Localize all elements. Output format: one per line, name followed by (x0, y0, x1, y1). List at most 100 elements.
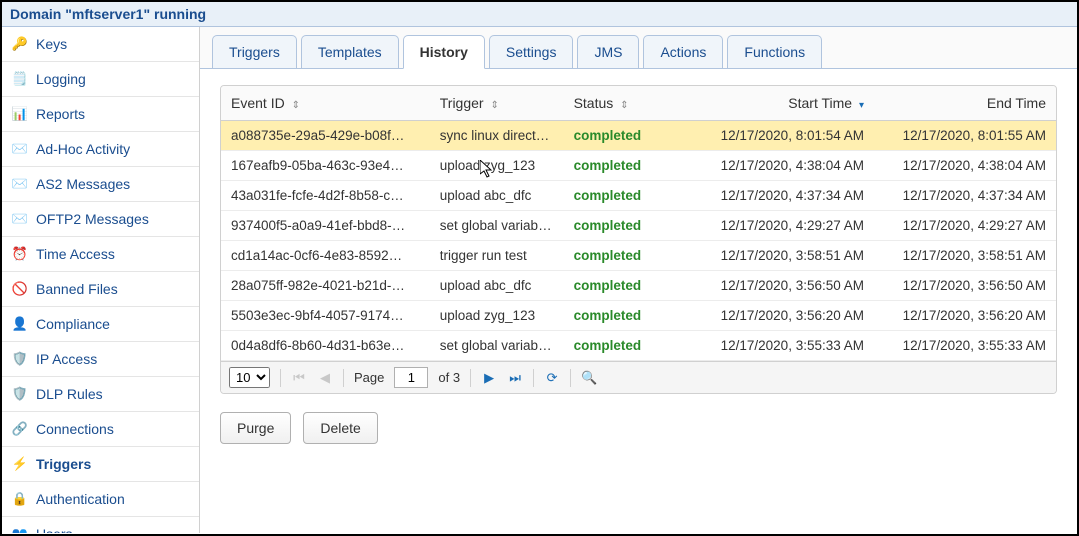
tab-actions[interactable]: Actions (643, 35, 723, 69)
cell-trigger: sync linux direct… (430, 121, 564, 151)
sidebar-item-dlp-rules[interactable]: 🛡️ DLP Rules (2, 377, 199, 412)
status-badge: completed (574, 248, 642, 263)
table-row[interactable]: 0d4a8df6-8b60-4d31-b63e…set global varia… (221, 331, 1056, 361)
th-event-id[interactable]: Event ID ⇕ (221, 86, 430, 121)
tab-templates[interactable]: Templates (301, 35, 399, 69)
status-badge: completed (574, 218, 642, 233)
compliance-icon: 👤 (12, 316, 28, 332)
sidebar-item-triggers[interactable]: ⚡ Triggers (2, 447, 199, 482)
sidebar-item-keys[interactable]: 🔑Keys (2, 27, 199, 62)
sidebar-item-connections[interactable]: 🔗Connections (2, 412, 199, 447)
cell-event-id: 5503e3ec-9bf4-4057-9174… (221, 301, 430, 331)
tab-jms[interactable]: JMS (577, 35, 639, 69)
th-end-time[interactable]: End Time (874, 86, 1056, 121)
tab-triggers[interactable]: Triggers (212, 35, 297, 69)
sort-icon: ⇕ (292, 100, 300, 111)
sidebar-item-ad-hoc-activity[interactable]: ✉️Ad-Hoc Activity (2, 132, 199, 167)
sidebar-item-label: Triggers (36, 456, 91, 472)
table-row[interactable]: cd1a14ac-0cf6-4e83-8592…trigger run test… (221, 241, 1056, 271)
sidebar-item-ip-access[interactable]: 🛡️IP Access (2, 342, 199, 377)
sidebar-item-as2-messages[interactable]: ✉️AS2 Messages (2, 167, 199, 202)
cell-event-id: 43a031fe-fcfe-4d2f-8b58-c… (221, 181, 430, 211)
tabs-bar: TriggersTemplatesHistorySettingsJMSActio… (200, 27, 1077, 69)
tab-settings[interactable]: Settings (489, 35, 574, 69)
cell-start-time: 12/17/2020, 4:38:04 AM (692, 151, 874, 181)
dlp-rules-icon: 🛡️ (12, 386, 28, 402)
tab-history[interactable]: History (403, 35, 485, 69)
sidebar-item-banned-files[interactable]: 🚫Banned Files (2, 272, 199, 307)
cell-event-id: cd1a14ac-0cf6-4e83-8592… (221, 241, 430, 271)
cell-trigger: upload abc_dfc (430, 271, 564, 301)
cell-end-time: 12/17/2020, 8:01:55 AM (874, 121, 1056, 151)
sidebar-item-reports[interactable]: 📊Reports (2, 97, 199, 132)
cell-trigger: trigger run test (430, 241, 564, 271)
ad-hoc-activity-icon: ✉️ (12, 141, 28, 157)
status-badge: completed (574, 278, 642, 293)
cell-trigger: set global variabl… (430, 331, 564, 361)
table-row[interactable]: a088735e-29a5-429e-b08f…sync linux direc… (221, 121, 1056, 151)
sidebar-item-authentication[interactable]: 🔒 Authentication (2, 482, 199, 517)
cell-trigger: upload zyg_123 (430, 151, 564, 181)
cell-start-time: 12/17/2020, 4:37:34 AM (692, 181, 874, 211)
table-row[interactable]: 28a075ff-982e-4021-b21d-…upload abc_dfcc… (221, 271, 1056, 301)
cell-start-time: 12/17/2020, 4:29:27 AM (692, 211, 874, 241)
last-page-icon[interactable]: ⏭ (507, 370, 523, 386)
cell-status: completed (564, 181, 692, 211)
authentication-icon: 🔒 (12, 491, 28, 507)
sidebar-item-label: Time Access (36, 246, 115, 262)
tab-functions[interactable]: Functions (727, 35, 822, 69)
cell-end-time: 12/17/2020, 4:38:04 AM (874, 151, 1056, 181)
connections-icon: 🔗 (12, 421, 28, 437)
purge-button[interactable]: Purge (220, 412, 291, 444)
table-row[interactable]: 43a031fe-fcfe-4d2f-8b58-c…upload abc_dfc… (221, 181, 1056, 211)
sidebar-item-label: Users (36, 526, 73, 533)
th-status[interactable]: Status ⇕ (564, 86, 692, 121)
sidebar-item-oftp2-messages[interactable]: ✉️OFTP2 Messages (2, 202, 199, 237)
page-size-select[interactable]: 10 (229, 367, 270, 388)
cell-status: completed (564, 241, 692, 271)
sidebar-item-logging[interactable]: 🗒️Logging (2, 62, 199, 97)
page-input[interactable] (394, 367, 428, 388)
cell-status: completed (564, 271, 692, 301)
sidebar-item-time-access[interactable]: ⏰Time Access (2, 237, 199, 272)
prev-page-icon[interactable]: ◀ (317, 370, 333, 386)
cell-trigger: upload abc_dfc (430, 181, 564, 211)
sidebar-item-label: Logging (36, 71, 86, 87)
status-badge: completed (574, 158, 642, 173)
cell-end-time: 12/17/2020, 3:55:33 AM (874, 331, 1056, 361)
page-of-text: of 3 (438, 370, 460, 385)
table-row[interactable]: 937400f5-a0a9-41ef-bbd8-…set global vari… (221, 211, 1056, 241)
delete-button[interactable]: Delete (303, 412, 377, 444)
cell-status: completed (564, 331, 692, 361)
cell-end-time: 12/17/2020, 4:29:27 AM (874, 211, 1056, 241)
sidebar-item-label: Authentication (36, 491, 125, 507)
next-page-icon[interactable]: ▶ (481, 370, 497, 386)
sort-icon: ⇕ (490, 100, 498, 111)
sort-desc-icon: ▾ (859, 100, 864, 111)
cell-event-id: a088735e-29a5-429e-b08f… (221, 121, 430, 151)
first-page-icon[interactable]: ⏮ (291, 370, 307, 386)
status-badge: completed (574, 338, 642, 353)
sidebar-item-compliance[interactable]: 👤Compliance (2, 307, 199, 342)
cell-end-time: 12/17/2020, 3:56:50 AM (874, 271, 1056, 301)
cell-event-id: 937400f5-a0a9-41ef-bbd8-… (221, 211, 430, 241)
sidebar-item-label: OFTP2 Messages (36, 211, 149, 227)
sidebar-item-users[interactable]: 👥Users (2, 517, 199, 533)
th-trigger[interactable]: Trigger ⇕ (430, 86, 564, 121)
sidebar: 🔑Keys🗒️Logging📊Reports✉️Ad-Hoc Activity✉… (2, 27, 200, 533)
cell-end-time: 12/17/2020, 3:58:51 AM (874, 241, 1056, 271)
cell-status: completed (564, 121, 692, 151)
triggers-icon: ⚡ (12, 456, 28, 472)
status-badge: completed (574, 128, 642, 143)
cell-end-time: 12/17/2020, 4:37:34 AM (874, 181, 1056, 211)
paging-toolbar: 10 ⏮ ◀ Page of 3 ▶ ⏭ ⟳ 🔍 (221, 361, 1056, 393)
search-icon[interactable]: 🔍 (581, 370, 597, 386)
sidebar-item-label: DLP Rules (36, 386, 103, 402)
cell-start-time: 12/17/2020, 3:58:51 AM (692, 241, 874, 271)
page-label: Page (354, 370, 384, 385)
sidebar-item-label: AS2 Messages (36, 176, 130, 192)
table-row[interactable]: 167eafb9-05ba-463c-93e4…upload zyg_123co… (221, 151, 1056, 181)
table-row[interactable]: 5503e3ec-9bf4-4057-9174…upload zyg_123co… (221, 301, 1056, 331)
refresh-icon[interactable]: ⟳ (544, 370, 560, 386)
th-start-time[interactable]: Start Time ▾ (692, 86, 874, 121)
